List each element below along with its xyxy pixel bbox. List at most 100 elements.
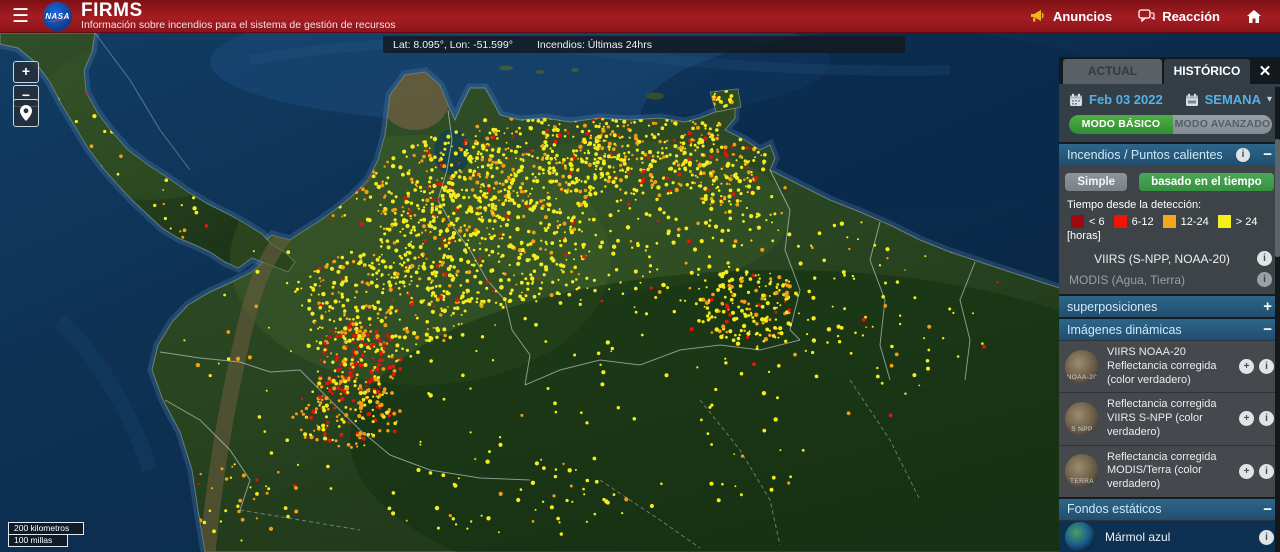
legend-swatch-6-12 bbox=[1114, 215, 1127, 228]
zoom-in-button[interactable]: + bbox=[13, 61, 39, 83]
row-icons: + i bbox=[1239, 411, 1274, 426]
calendar-icon bbox=[1069, 93, 1083, 107]
snpp-thumbnail: S NPP bbox=[1065, 402, 1099, 436]
title-block: FIRMS Información sobre incendios para e… bbox=[81, 1, 396, 32]
app-header: ☰ NASA FIRMS Información sobre incendios… bbox=[0, 0, 1280, 33]
header-actions: Anuncios Reacción bbox=[1030, 9, 1280, 24]
home-icon bbox=[1246, 9, 1262, 24]
add-layer-icon[interactable]: + bbox=[1239, 464, 1254, 479]
legend-swatch-12-24 bbox=[1163, 215, 1176, 228]
time-controls: Feb 03 2022 SEMANA ▾ MODO BÁSICO MODO AV… bbox=[1059, 84, 1280, 142]
modis-layer-row: MODIS (Agua, Tierra) i bbox=[1065, 269, 1274, 290]
overlays-title: superposiciones bbox=[1067, 300, 1258, 314]
viirs-info-icon[interactable]: i bbox=[1257, 251, 1272, 266]
simple-button[interactable]: Simple bbox=[1065, 173, 1127, 191]
imagery-label: Reflectancia corregida VIIRS S-NPP (colo… bbox=[1107, 398, 1233, 439]
close-panel-icon[interactable]: ✕ bbox=[1250, 59, 1280, 84]
row-icons: + i bbox=[1239, 464, 1274, 479]
modis-layer-label: MODIS (Agua, Tierra) bbox=[1067, 273, 1257, 287]
hotspot-style-buttons: Simple basado en el tiempo bbox=[1065, 173, 1274, 191]
collapse-icon: − bbox=[1258, 146, 1272, 163]
background-label: Mármol azul bbox=[1105, 530, 1259, 544]
legend-label-12-24: 12-24 bbox=[1181, 216, 1209, 228]
legend-label-lt6: < 6 bbox=[1089, 216, 1105, 228]
scale-miles: 100 millas bbox=[8, 535, 68, 547]
section-imagery-header[interactable]: Imágenes dinámicas − bbox=[1059, 319, 1280, 340]
locate-button[interactable] bbox=[13, 99, 39, 127]
map-info-bar: Lat: 8.095°, Lon: -51.599° Incendios: Úl… bbox=[383, 36, 905, 53]
collapse-icon: − bbox=[1258, 321, 1272, 338]
location-pin-icon bbox=[19, 104, 33, 122]
announcements-label: Anuncios bbox=[1053, 9, 1112, 24]
thumb-label: S NPP bbox=[1065, 426, 1099, 433]
legend-title: Tiempo desde la detección: bbox=[1067, 199, 1274, 211]
viirs-layer-row: VIIRS (S-NPP, NOAA-20) i bbox=[1065, 248, 1274, 269]
collapse-icon: − bbox=[1258, 501, 1272, 518]
date-row: Feb 03 2022 SEMANA ▾ bbox=[1069, 92, 1272, 107]
legend-label-6-12: 6-12 bbox=[1132, 216, 1154, 228]
legend-label-gt24: > 24 bbox=[1236, 216, 1258, 228]
layers-panel: ACTUAL HISTÓRICO ✕ Feb 03 2022 bbox=[1059, 57, 1280, 552]
imagery-label: VIIRS NOAA-20 Reflectancia corregida (co… bbox=[1107, 346, 1233, 387]
hotspots-title: Incendios / Puntos calientes bbox=[1067, 148, 1236, 162]
info-icon[interactable]: i bbox=[1259, 359, 1274, 374]
background-row-blue-marble[interactable]: Mármol azul i bbox=[1059, 520, 1280, 552]
legend-swatch-lt6 bbox=[1071, 215, 1084, 228]
calendar-range-icon bbox=[1185, 93, 1199, 107]
feedback-button[interactable]: Reacción bbox=[1138, 9, 1220, 24]
app-title: FIRMS bbox=[81, 1, 396, 21]
section-hotspots-header[interactable]: Incendios / Puntos calientes i − bbox=[1059, 144, 1280, 165]
hotspots-body: Simple basado en el tiempo Tiempo desde … bbox=[1059, 165, 1280, 294]
panel-scrollbar bbox=[1275, 87, 1280, 552]
app-subtitle: Información sobre incendios para el sist… bbox=[81, 20, 396, 31]
expand-icon: + bbox=[1258, 298, 1272, 315]
scale-kilometers: 200 kilometros bbox=[8, 522, 84, 535]
info-icon[interactable]: i bbox=[1259, 411, 1274, 426]
nasa-logo[interactable]: NASA bbox=[43, 2, 72, 31]
add-layer-icon[interactable]: + bbox=[1239, 411, 1254, 426]
announcements-button[interactable]: Anuncios bbox=[1030, 9, 1112, 24]
range-select[interactable]: SEMANA bbox=[1205, 92, 1261, 107]
hotspots-info-icon[interactable]: i bbox=[1236, 148, 1250, 162]
cursor-coordinates: Lat: 8.095°, Lon: -51.599° bbox=[393, 39, 521, 51]
menu-icon[interactable]: ☰ bbox=[12, 0, 29, 33]
terra-thumbnail: TERRA bbox=[1065, 454, 1099, 488]
nasa-logo-text: NASA bbox=[45, 12, 70, 21]
date-picker[interactable]: Feb 03 2022 bbox=[1089, 92, 1163, 107]
legend-unit: [horas] bbox=[1067, 230, 1274, 242]
mode-switch: MODO BÁSICO MODO AVANZADO bbox=[1069, 115, 1272, 134]
map-scale: 200 kilometros 100 millas bbox=[8, 522, 84, 547]
fires-period-label: Incendios: Últimas 24hrs bbox=[537, 39, 652, 51]
firms-app: ☰ NASA FIRMS Información sobre incendios… bbox=[0, 0, 1280, 552]
section-backgrounds-header[interactable]: Fondos estáticos − bbox=[1059, 499, 1280, 520]
legend-row: < 6 6-12 12-24 > 24 bbox=[1071, 215, 1274, 228]
row-icons: + i bbox=[1239, 359, 1274, 374]
modis-info-icon[interactable]: i bbox=[1257, 272, 1272, 287]
blue-marble-thumbnail bbox=[1065, 522, 1095, 552]
tab-historico[interactable]: HISTÓRICO bbox=[1164, 59, 1250, 84]
chevron-down-icon[interactable]: ▾ bbox=[1267, 94, 1272, 105]
scrollbar-thumb[interactable] bbox=[1275, 139, 1280, 257]
tab-actual[interactable]: ACTUAL bbox=[1063, 59, 1162, 84]
legend-swatch-gt24 bbox=[1218, 215, 1231, 228]
home-button[interactable] bbox=[1246, 9, 1262, 24]
imagery-label: Reflectancia corregida MODIS/Terra (colo… bbox=[1107, 451, 1233, 492]
panel-tabbar: ACTUAL HISTÓRICO ✕ bbox=[1059, 57, 1280, 84]
time-based-button[interactable]: basado en el tiempo bbox=[1139, 173, 1274, 191]
megaphone-icon bbox=[1030, 9, 1046, 23]
info-icon[interactable]: i bbox=[1259, 530, 1274, 545]
imagery-row-noaa20: NOAA-20 VIIRS NOAA-20 Reflectancia corre… bbox=[1059, 340, 1280, 392]
add-layer-icon[interactable]: + bbox=[1239, 359, 1254, 374]
basic-mode-button[interactable]: MODO BÁSICO bbox=[1069, 115, 1173, 134]
advanced-mode-button[interactable]: MODO AVANZADO bbox=[1173, 115, 1272, 134]
info-icon[interactable]: i bbox=[1259, 464, 1274, 479]
chat-icon bbox=[1138, 9, 1155, 23]
imagery-row-snpp: S NPP Reflectancia corregida VIIRS S-NPP… bbox=[1059, 392, 1280, 444]
thumb-label: NOAA-20 bbox=[1065, 374, 1099, 381]
imagery-title: Imágenes dinámicas bbox=[1067, 323, 1258, 337]
imagery-row-terra: TERRA Reflectancia corregida MODIS/Terra… bbox=[1059, 445, 1280, 497]
thumb-label: TERRA bbox=[1065, 478, 1099, 485]
section-overlays-header[interactable]: superposiciones + bbox=[1059, 296, 1280, 317]
feedback-label: Reacción bbox=[1162, 9, 1220, 24]
backgrounds-title: Fondos estáticos bbox=[1067, 502, 1258, 516]
